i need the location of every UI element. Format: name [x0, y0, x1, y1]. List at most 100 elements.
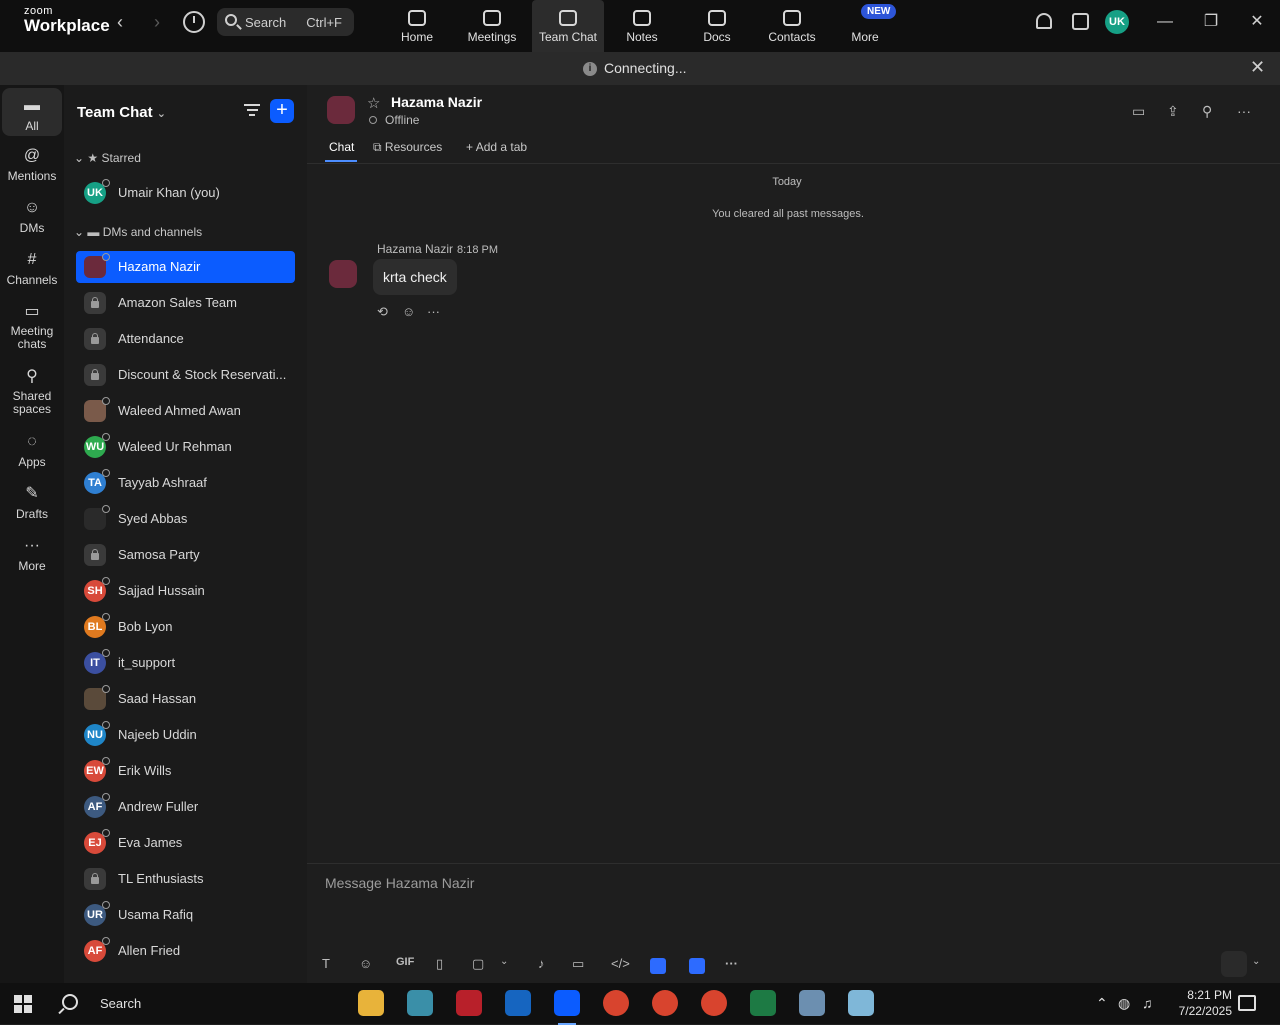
search-icon[interactable]: ⚲: [1202, 103, 1212, 120]
more-options-icon[interactable]: ···: [1237, 103, 1251, 119]
list-item[interactable]: TA Tayyab Ashraaf: [76, 467, 295, 499]
history-icon[interactable]: [183, 11, 205, 33]
list-item[interactable]: Discount & Stock Reservati...: [76, 359, 295, 391]
chevron-up-icon[interactable]: ⌃: [1096, 995, 1108, 1012]
close-window-icon[interactable]: ✕: [1242, 10, 1272, 34]
send-options-chevron-icon[interactable]: ⌄: [1252, 956, 1260, 967]
list-item[interactable]: Attendance: [76, 323, 295, 355]
filezilla-icon[interactable]: [456, 990, 482, 1016]
file-explorer-icon[interactable]: [358, 990, 384, 1016]
list-item[interactable]: Syed Abbas: [76, 503, 295, 535]
speaker-icon[interactable]: ♫: [1142, 995, 1153, 1011]
nav-notes[interactable]: Notes: [606, 0, 678, 52]
rail-more[interactable]: ··· More: [2, 537, 62, 573]
taskbar-clock[interactable]: 8:21 PM 7/22/2025: [1160, 987, 1232, 1019]
emoji-icon[interactable]: ☺: [359, 956, 372, 971]
list-item[interactable]: AF Andrew Fuller: [76, 791, 295, 823]
nav-team-chat[interactable]: Team Chat: [532, 0, 604, 52]
code-snippet-icon[interactable]: </>: [611, 956, 630, 971]
list-item[interactable]: SH Sajjad Hussain: [76, 575, 295, 607]
rail-mentions[interactable]: @ Mentions: [2, 147, 62, 183]
list-item[interactable]: EW Erik Wills: [76, 755, 295, 787]
share-screen-icon[interactable]: ⇪: [1167, 103, 1179, 120]
zoom-app-icon[interactable]: [689, 958, 705, 974]
star-icon[interactable]: ☆: [367, 94, 380, 112]
windows-start-icon[interactable]: [14, 995, 32, 1013]
app-icon[interactable]: [848, 990, 874, 1016]
new-chat-button[interactable]: +: [270, 99, 294, 123]
nav-docs[interactable]: Docs: [681, 0, 753, 52]
chrome-icon[interactable]: [603, 990, 629, 1016]
message-more-icon[interactable]: ···: [427, 304, 440, 319]
filter-icon[interactable]: [244, 104, 260, 118]
rail-meeting-chats[interactable]: ▭ Meeting chats: [2, 303, 62, 351]
rail-all[interactable]: ▬ All: [2, 88, 62, 136]
globe-icon[interactable]: ◍: [1118, 995, 1130, 1012]
message-input[interactable]: [323, 871, 1223, 895]
list-item[interactable]: Amazon Sales Team: [76, 287, 295, 319]
tab-resources[interactable]: ⧉ Resources: [373, 140, 442, 155]
list-item[interactable]: NU Najeeb Uddin: [76, 719, 295, 751]
rail-shared-spaces[interactable]: ⚲ Shared spaces: [2, 368, 62, 416]
video-message-icon[interactable]: ▭: [572, 956, 584, 972]
restore-icon[interactable]: ❐: [1196, 10, 1226, 34]
sidebar-title[interactable]: Team Chat ⌄: [77, 104, 166, 121]
rail-channels[interactable]: # Channels: [2, 251, 62, 287]
rail-apps[interactable]: ◌ Apps: [2, 433, 62, 469]
list-item[interactable]: Saad Hassan: [76, 683, 295, 715]
excel-icon[interactable]: [750, 990, 776, 1016]
more-tools-icon[interactable]: ···: [725, 956, 738, 971]
list-item[interactable]: Waleed Ahmed Awan: [76, 395, 295, 427]
microphone-icon[interactable]: ♪: [538, 956, 545, 971]
list-item[interactable]: UR Usama Rafiq: [76, 899, 295, 931]
tab-add[interactable]: + Add a tab: [466, 140, 527, 154]
message-bubble[interactable]: krta check: [373, 259, 457, 295]
tab-chat[interactable]: Chat: [329, 140, 354, 154]
video-call-icon[interactable]: ▭: [1132, 103, 1145, 120]
sender-name[interactable]: Hazama Nazir: [377, 242, 453, 256]
list-item[interactable]: IT it_support: [76, 647, 295, 679]
chrome-icon[interactable]: [701, 990, 727, 1016]
calendar-icon[interactable]: [1072, 13, 1089, 30]
file-icon[interactable]: ▯: [436, 956, 443, 972]
contact-avatar[interactable]: [327, 96, 355, 124]
calculator-icon[interactable]: [799, 990, 825, 1016]
rail-dms[interactable]: ☺ DMs: [2, 199, 62, 235]
forward-arrow-icon[interactable]: ›: [145, 12, 169, 33]
gif-button[interactable]: GIF: [396, 956, 414, 968]
list-item[interactable]: AF Allen Fried: [76, 935, 295, 967]
contact-name[interactable]: Hazama Nazir: [391, 94, 482, 110]
sender-avatar[interactable]: [329, 260, 357, 288]
minimize-icon[interactable]: —: [1150, 10, 1180, 34]
list-item[interactable]: Hazama Nazir: [76, 251, 295, 283]
send-button[interactable]: [1221, 951, 1247, 977]
zoom-icon[interactable]: [554, 990, 580, 1025]
profile-avatar[interactable]: UK: [1105, 10, 1129, 34]
chrome-icon[interactable]: [652, 990, 678, 1016]
nav-contacts[interactable]: Contacts: [756, 0, 828, 52]
chevron-down-icon[interactable]: ⌄: [500, 956, 508, 967]
list-item[interactable]: TL Enthusiasts: [76, 863, 295, 895]
outlook-icon[interactable]: [505, 990, 531, 1016]
emoji-reaction-icon[interactable]: ☺: [402, 304, 415, 319]
app-integration-icon[interactable]: [650, 958, 666, 974]
close-banner-icon[interactable]: ✕: [1250, 57, 1265, 78]
screenshot-icon[interactable]: ▢: [472, 956, 484, 972]
search-icon[interactable]: [62, 994, 78, 1010]
list-item[interactable]: EJ Eva James: [76, 827, 295, 859]
app-icon[interactable]: [407, 990, 433, 1016]
notification-bell-icon[interactable]: [1036, 13, 1052, 29]
starred-section-header[interactable]: ⌄ ★ Starred: [74, 151, 141, 165]
notification-center-icon[interactable]: [1238, 995, 1256, 1011]
nav-meetings[interactable]: Meetings: [456, 0, 528, 52]
format-text-icon[interactable]: T: [322, 956, 330, 971]
list-item[interactable]: Samosa Party: [76, 539, 295, 571]
list-item[interactable]: WU Waleed Ur Rehman: [76, 431, 295, 463]
rail-drafts[interactable]: ✎ Drafts: [2, 485, 62, 521]
dms-section-header[interactable]: ⌄ ▬ DMs and channels: [74, 225, 202, 239]
global-search-box[interactable]: Search Ctrl+F: [217, 8, 354, 36]
list-item[interactable]: UK Umair Khan (you): [76, 177, 295, 209]
nav-home[interactable]: Home: [381, 0, 453, 52]
reply-icon[interactable]: ⟲: [377, 304, 388, 320]
list-item[interactable]: BL Bob Lyon: [76, 611, 295, 643]
